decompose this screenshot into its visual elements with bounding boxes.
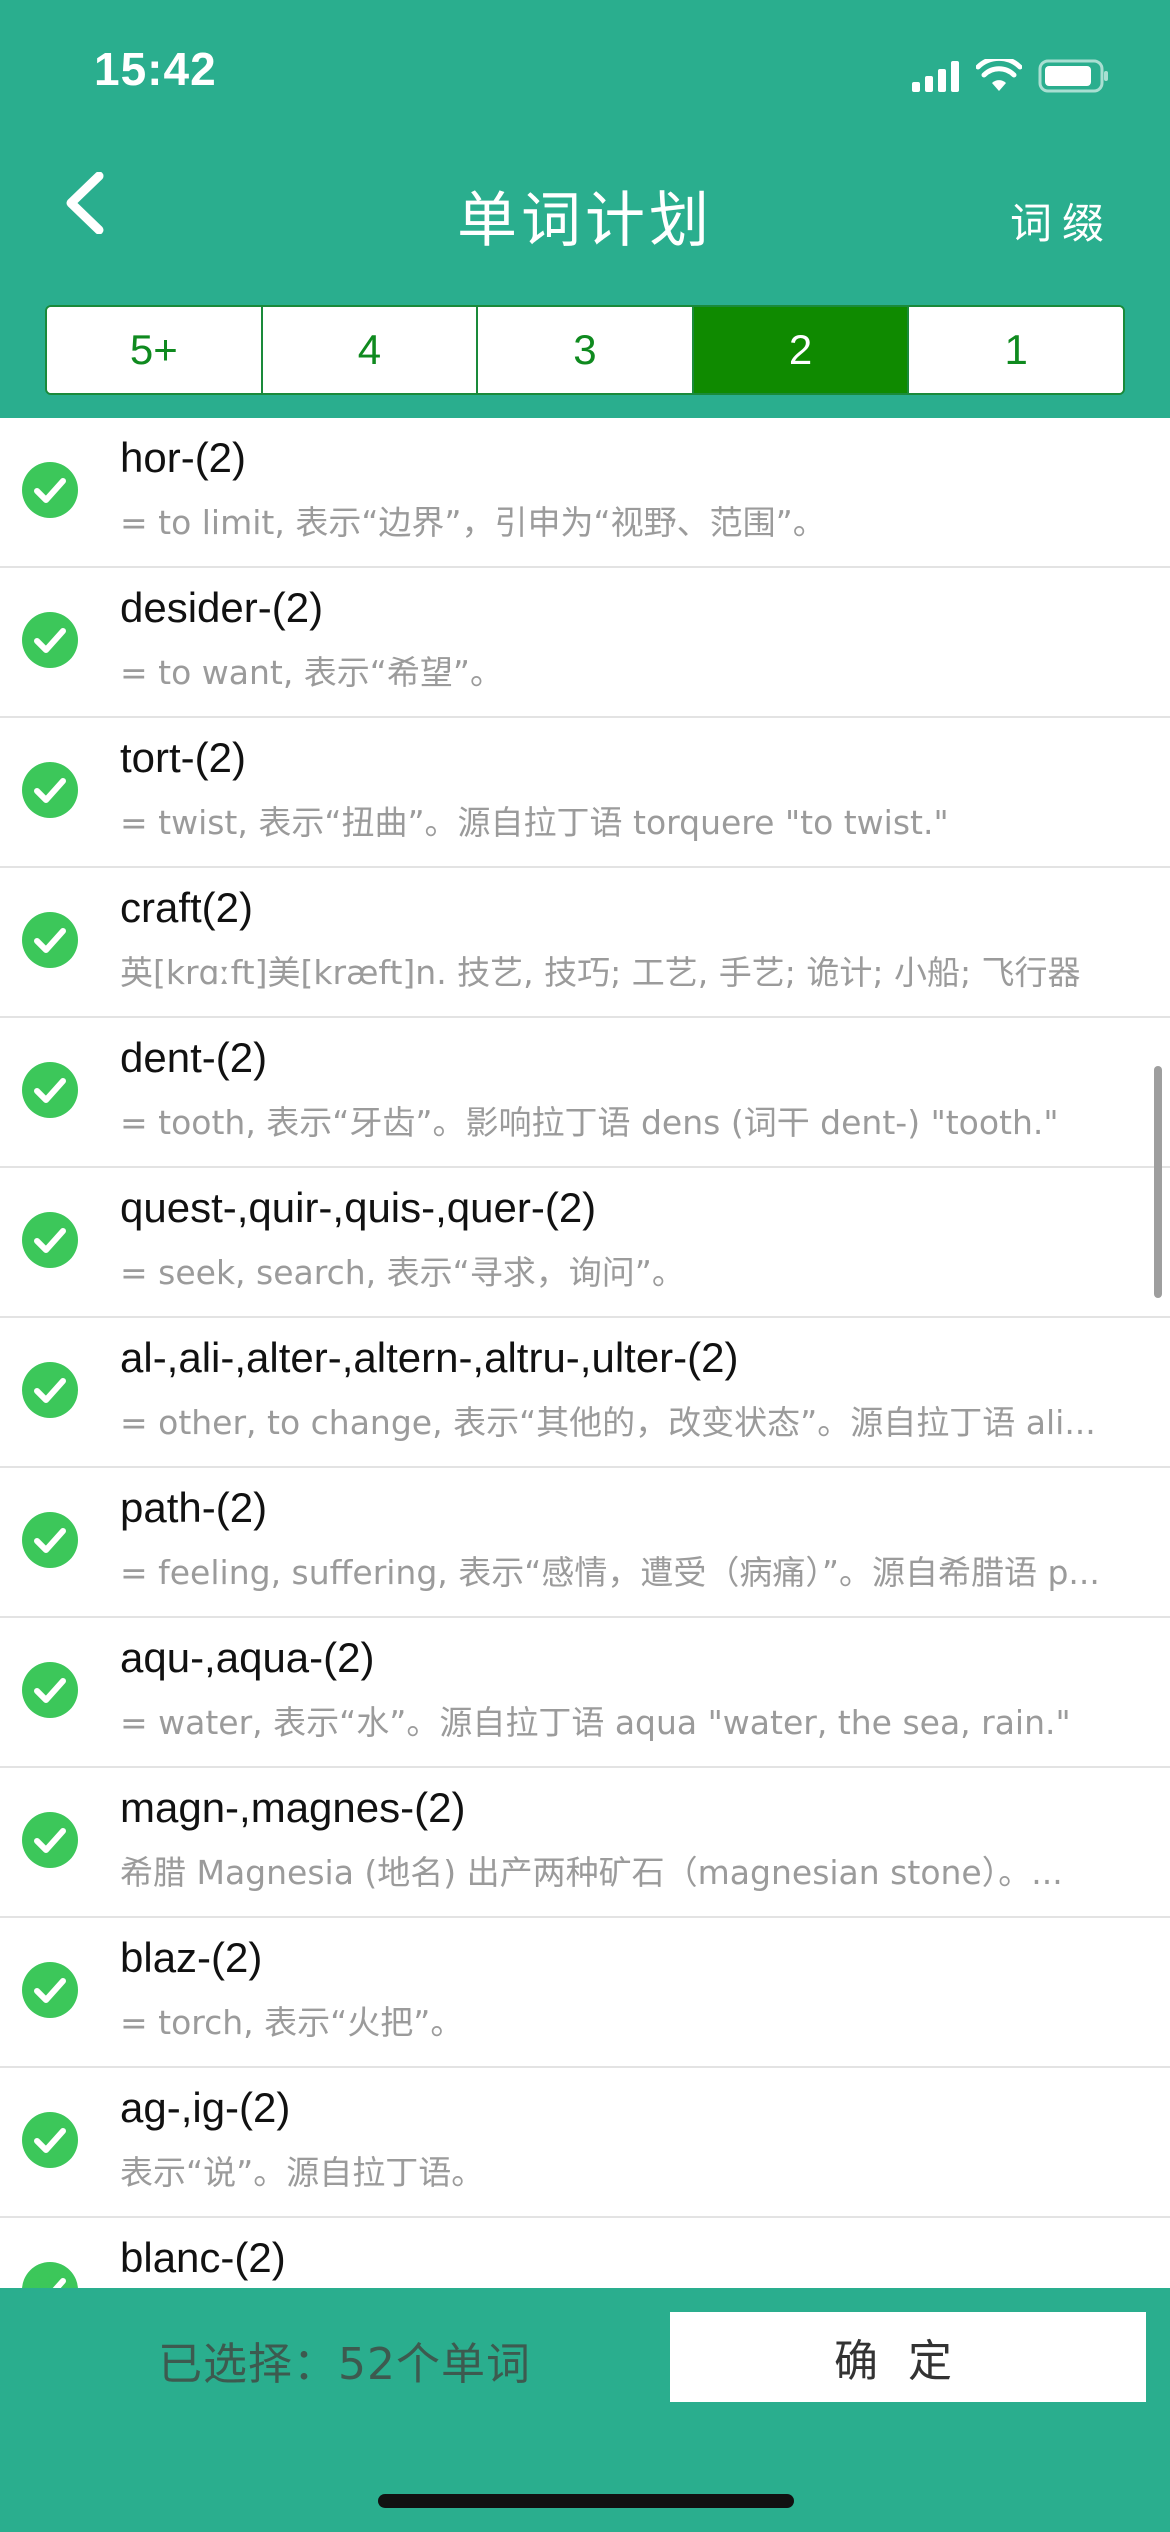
list-item[interactable]: quest-,quir-,quis-,quer-(2) = seek, searc… bbox=[0, 1168, 1170, 1318]
word-definition: = other, to change, 表示“其他的，改变状态”。源自拉丁语 a… bbox=[120, 1403, 1096, 1442]
word-title: ag-,ig-(2) bbox=[120, 2084, 291, 2131]
word-title: tort-(2) bbox=[120, 734, 246, 781]
word-title: blanc-(2) bbox=[120, 2234, 286, 2281]
list-item[interactable]: path-(2) = feeling, suffering, 表示“感情，遭受（病… bbox=[0, 1468, 1170, 1618]
wifi-icon bbox=[976, 59, 1022, 93]
segment-4[interactable]: 2 bbox=[693, 307, 910, 393]
checkmark-circle-icon[interactable] bbox=[22, 762, 78, 818]
list-item[interactable]: tort-(2) = twist, 表示“扭曲”。源自拉丁语 torquere "… bbox=[0, 718, 1170, 868]
scrollbar[interactable] bbox=[1154, 1066, 1162, 1298]
list-item[interactable]: blanc-(2) bbox=[0, 2218, 1170, 2288]
signal-icon bbox=[912, 60, 960, 92]
list-item[interactable]: al-,ali-,alter-,altern-,altru-,ulter-(2)… bbox=[0, 1318, 1170, 1468]
word-list[interactable]: hor-(2) = to limit, 表示“边界”，引申为“视野、范围”。 des… bbox=[0, 418, 1170, 2288]
word-title: quest-,quir-,quis-,quer-(2) bbox=[120, 1184, 597, 1231]
word-definition: 希腊 Magnesia (地名) 出产两种矿石（magnesian stone）… bbox=[120, 1853, 1063, 1892]
word-definition: = to want, 表示“希望”。 bbox=[120, 653, 503, 692]
word-definition: = water, 表示“水”。源自拉丁语 aqua "water, the se… bbox=[120, 1703, 1071, 1742]
word-title: path-(2) bbox=[120, 1484, 268, 1531]
list-item[interactable]: aqu-,aqua-(2) = water, 表示“水”。源自拉丁语 aqua "… bbox=[0, 1618, 1170, 1768]
segment-1[interactable]: 5+ bbox=[47, 307, 263, 393]
word-definition: = to limit, 表示“边界”，引申为“视野、范围”。 bbox=[120, 503, 826, 542]
word-title: desider-(2) bbox=[120, 584, 324, 631]
list-item[interactable]: magn-,magnes-(2) 希腊 Magnesia (地名) 出产两种矿石（… bbox=[0, 1768, 1170, 1918]
word-title: aqu-,aqua-(2) bbox=[120, 1634, 375, 1681]
word-definition: 表示“说”。源自拉丁语。 bbox=[120, 2153, 485, 2192]
checkmark-circle-icon[interactable] bbox=[22, 912, 78, 968]
back-button[interactable] bbox=[40, 160, 130, 250]
checkmark-circle-icon[interactable] bbox=[22, 1812, 78, 1868]
checkmark-circle-icon[interactable] bbox=[22, 1662, 78, 1718]
word-definition: = seek, search, 表示“寻求，询问”。 bbox=[120, 1253, 685, 1292]
checkmark-circle-icon[interactable] bbox=[22, 2112, 78, 2168]
checkmark-circle-icon[interactable] bbox=[22, 1062, 78, 1118]
word-title: dent-(2) bbox=[120, 1034, 268, 1081]
segment-2[interactable]: 4 bbox=[262, 307, 479, 393]
home-indicator bbox=[378, 2494, 794, 2508]
checkmark-circle-icon[interactable] bbox=[22, 2262, 78, 2288]
list-item[interactable]: blaz-(2) = torch, 表示“火把”。 bbox=[0, 1918, 1170, 2068]
status-bar: 15:42 bbox=[0, 0, 1170, 140]
segment-5[interactable]: 1 bbox=[909, 307, 1123, 393]
word-definition: = torch, 表示“火把”。 bbox=[120, 2003, 464, 2042]
status-time: 15:42 bbox=[94, 43, 217, 95]
list-item[interactable]: desider-(2) = to want, 表示“希望”。 bbox=[0, 568, 1170, 718]
checkmark-circle-icon[interactable] bbox=[22, 1962, 78, 2018]
checkmark-circle-icon[interactable] bbox=[22, 1512, 78, 1568]
segment-3[interactable]: 3 bbox=[478, 307, 694, 393]
list-item[interactable]: ag-,ig-(2) 表示“说”。源自拉丁语。 bbox=[0, 2068, 1170, 2218]
level-segmented-control: 5+ 4 3 2 1 bbox=[45, 305, 1125, 395]
word-title: craft(2) bbox=[120, 884, 254, 931]
word-definition: = twist, 表示“扭曲”。源自拉丁语 torquere "to twist… bbox=[120, 803, 949, 842]
footer: 已选择：52个单词 确定 bbox=[0, 2288, 1170, 2532]
list-item[interactable]: dent-(2) = tooth, 表示“牙齿”。影响拉丁语 dens (词干 d… bbox=[0, 1018, 1170, 1168]
list-item[interactable]: craft(2) 英[krɑːft]美[kræft]n. 技艺, 技巧; 工艺, … bbox=[0, 868, 1170, 1018]
confirm-button[interactable]: 确定 bbox=[670, 2312, 1146, 2402]
list-item[interactable]: hor-(2) = to limit, 表示“边界”，引申为“视野、范围”。 bbox=[0, 418, 1170, 568]
header: 15:42 单词计划 词缀 5+ 4 3 2 1 bbox=[0, 0, 1170, 418]
battery-icon bbox=[1038, 59, 1110, 93]
word-definition: 英[krɑːft]美[kræft]n. 技艺, 技巧; 工艺, 手艺; 诡计; … bbox=[120, 953, 1081, 992]
chevron-left-icon bbox=[63, 171, 107, 238]
checkmark-circle-icon[interactable] bbox=[22, 1362, 78, 1418]
word-title: al-,ali-,alter-,altern-,altru-,ulter-(2) bbox=[120, 1334, 739, 1381]
word-title: hor-(2) bbox=[120, 434, 247, 481]
navigation-bar: 单词计划 词缀 bbox=[0, 150, 1170, 270]
word-plan-screen: 15:42 单词计划 词缀 5+ 4 3 2 1 hor-(2) = to li… bbox=[0, 0, 1170, 2532]
checkmark-circle-icon[interactable] bbox=[22, 462, 78, 518]
page-title: 单词计划 bbox=[457, 186, 713, 256]
word-title: blaz-(2) bbox=[120, 1934, 263, 1981]
word-definition: = tooth, 表示“牙齿”。影响拉丁语 dens (词干 dent-) "t… bbox=[120, 1103, 1059, 1142]
checkmark-circle-icon[interactable] bbox=[22, 1212, 78, 1268]
word-definition: = feeling, suffering, 表示“感情，遭受（病痛）”。源自希腊… bbox=[120, 1553, 1100, 1592]
selected-count-text: 已选择：52个单词 bbox=[158, 2339, 531, 2390]
affix-button[interactable]: 词缀 bbox=[1010, 190, 1114, 251]
checkmark-circle-icon[interactable] bbox=[22, 612, 78, 668]
status-icons bbox=[912, 56, 1110, 96]
word-title: magn-,magnes-(2) bbox=[120, 1784, 466, 1831]
